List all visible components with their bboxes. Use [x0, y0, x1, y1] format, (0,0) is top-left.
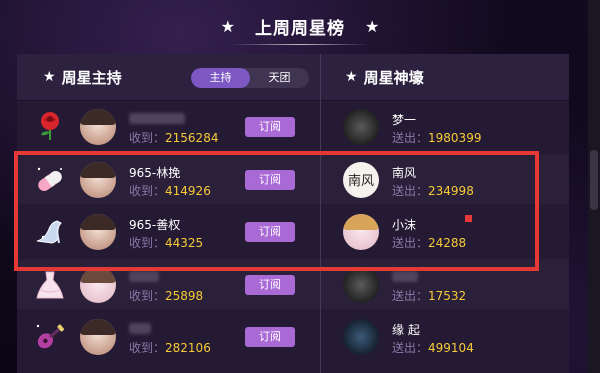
- blurred-name: [129, 113, 185, 124]
- star-icon: ★: [365, 16, 380, 36]
- avatar-hair: [80, 319, 116, 335]
- avatar[interactable]: [343, 319, 379, 355]
- host-name: [129, 111, 185, 125]
- dress-icon: [36, 271, 64, 299]
- tab-group[interactable]: 天团: [250, 68, 309, 88]
- tab-host[interactable]: 主持: [191, 68, 250, 88]
- received-label: 收到：: [129, 341, 166, 355]
- avatar[interactable]: [343, 109, 379, 145]
- blurred-name: [129, 271, 159, 282]
- user-name: 梦一: [392, 113, 417, 127]
- sent-value: 1980399: [428, 131, 482, 145]
- received-value: 2156284: [165, 131, 219, 145]
- scrollbar-thumb[interactable]: [590, 150, 598, 210]
- rose-icon: [41, 112, 59, 140]
- host-row: 收到：2156284 订阅: [17, 101, 322, 151]
- highlight-box: [14, 151, 539, 271]
- received-stat: 收到：2156284: [129, 129, 218, 146]
- host-panel-header: ★ 周星主持 主持 天团: [17, 54, 322, 101]
- received-label: 收到：: [129, 289, 166, 303]
- star-icon: ★: [220, 16, 235, 36]
- highlight-marker: [465, 215, 472, 222]
- avatar[interactable]: [343, 267, 379, 303]
- page-header: ★ 上周周星榜 ★: [0, 0, 600, 52]
- received-stat: 收到：282106: [129, 339, 211, 356]
- scrollbar[interactable]: [588, 0, 600, 373]
- avatar[interactable]: [80, 319, 116, 355]
- received-label: 收到：: [129, 131, 166, 145]
- avatar[interactable]: [80, 267, 116, 303]
- sent-label: 送出：: [392, 131, 429, 145]
- blurred-name: [129, 323, 151, 334]
- user-name: [392, 269, 418, 283]
- guitar-icon: [36, 324, 65, 349]
- received-value: 282106: [165, 341, 211, 355]
- received-stat: 收到：25898: [129, 287, 203, 304]
- host-row: 收到：282106 订阅: [17, 311, 322, 361]
- subscribe-button[interactable]: 订阅: [245, 117, 295, 137]
- subscribe-button[interactable]: 订阅: [245, 275, 295, 295]
- avatar-hair: [80, 109, 116, 125]
- rich-row: 梦一 送出：1980399: [321, 101, 569, 151]
- rich-panel-header: ★ 周星神壕: [321, 54, 569, 101]
- title-underline: [230, 44, 370, 45]
- ranking-type-toggle: 主持 天团: [191, 68, 309, 88]
- page-title: 上周周星榜: [255, 18, 345, 39]
- host-panel-title: 周星主持: [61, 68, 122, 87]
- user-name: 缘 起: [392, 323, 420, 337]
- star-icon: ★: [345, 69, 358, 85]
- sent-stat: 送出：1980399: [392, 129, 481, 146]
- sent-stat: 送出：17532: [392, 287, 466, 304]
- subscribe-button[interactable]: 订阅: [245, 327, 295, 347]
- sent-value: 499104: [428, 341, 474, 355]
- sent-stat: 送出：499104: [392, 339, 474, 356]
- host-name: [129, 321, 151, 335]
- rich-panel-title: 周星神壕: [363, 68, 424, 87]
- sent-value: 17532: [428, 289, 467, 303]
- star-icon: ★: [43, 69, 56, 85]
- received-value: 25898: [165, 289, 204, 303]
- sent-label: 送出：: [392, 289, 429, 303]
- host-name: [129, 269, 159, 283]
- sent-label: 送出：: [392, 341, 429, 355]
- blurred-name: [392, 271, 418, 282]
- rich-row: 缘 起 送出：499104: [321, 311, 569, 361]
- avatar[interactable]: [80, 109, 116, 145]
